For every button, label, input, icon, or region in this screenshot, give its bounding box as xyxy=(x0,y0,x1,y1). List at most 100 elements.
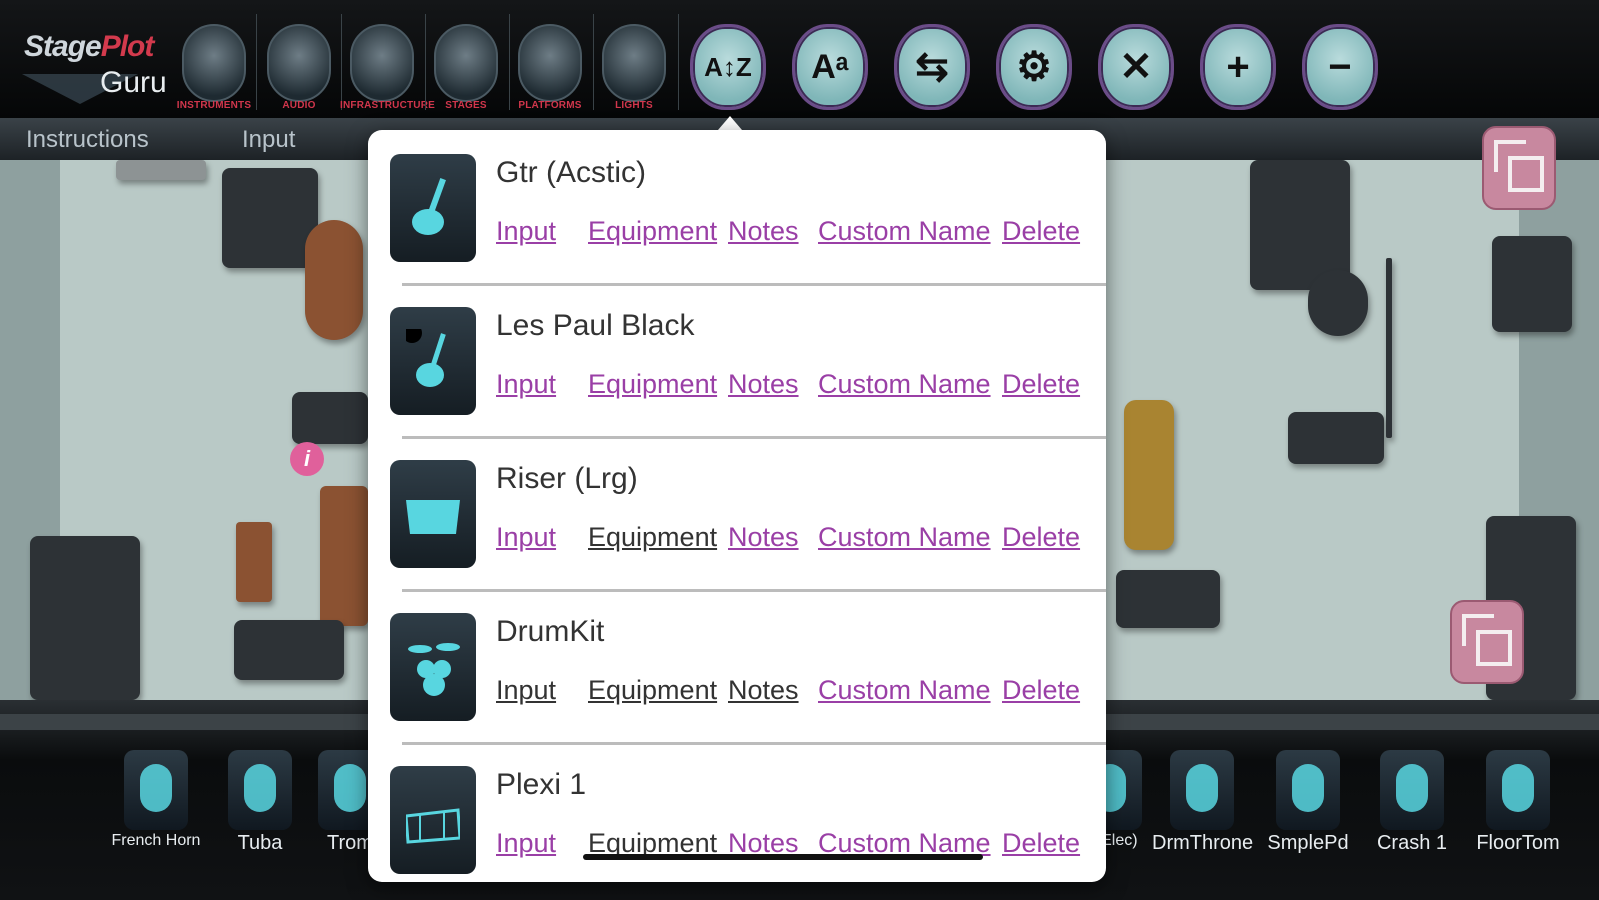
list-item[interactable]: DrumKit Input Equipment Notes Custom Nam… xyxy=(368,589,1106,745)
settings-button[interactable]: ⚙ xyxy=(996,24,1072,110)
resize-bottom-button[interactable] xyxy=(1450,600,1524,684)
plexi-shield-icon xyxy=(390,766,476,874)
amplifier-icon xyxy=(267,24,331,102)
font-size-button[interactable]: Aᵃ xyxy=(792,24,868,110)
keyboard-object[interactable] xyxy=(1492,236,1572,332)
delete-link[interactable]: Delete xyxy=(1002,522,1080,553)
tray-item-label: SmplePd xyxy=(1267,832,1349,854)
tray-item-drum-throne[interactable]: DrmThrone xyxy=(1152,750,1253,860)
electric-guitar-object[interactable] xyxy=(1308,270,1368,336)
tray-item-crash[interactable]: Crash 1 xyxy=(1362,750,1462,860)
font-size-icon: Aᵃ xyxy=(811,47,849,86)
tab-instructions[interactable]: Instructions xyxy=(26,126,149,154)
category-audio[interactable]: AUDIO xyxy=(257,14,341,114)
custom-name-link[interactable]: Custom Name xyxy=(818,522,991,553)
stool-object[interactable] xyxy=(236,522,272,602)
notes-link[interactable]: Notes xyxy=(728,675,799,706)
scroll-indicator[interactable] xyxy=(583,854,983,860)
equipment-link[interactable]: Equipment xyxy=(588,369,717,400)
list-item[interactable]: Plexi 1 Input Equipment Notes Custom Nam… xyxy=(368,742,1106,882)
guitar-icon xyxy=(182,24,246,102)
resize-top-button[interactable] xyxy=(1482,126,1556,210)
delete-link[interactable]: Delete xyxy=(1002,216,1080,247)
tab-input[interactable]: Input xyxy=(242,126,295,154)
stage-icon xyxy=(434,24,498,102)
sample-pad-icon xyxy=(1276,750,1340,830)
zoom-out-button[interactable]: − xyxy=(1302,24,1378,110)
category-label: AUDIO xyxy=(282,100,316,111)
notes-link[interactable]: Notes xyxy=(728,369,799,400)
amp-object[interactable] xyxy=(222,168,318,268)
category-label: PLATFORMS xyxy=(518,100,582,111)
item-actions: Input Equipment Notes Custom Name Delete xyxy=(496,216,1096,252)
wedge-monitor-object[interactable] xyxy=(292,392,368,444)
item-name: DrumKit xyxy=(496,615,605,648)
wedge-monitor-object[interactable] xyxy=(1288,412,1384,464)
category-infrastructure[interactable]: INFRASTRUCTURE xyxy=(340,14,435,114)
input-link[interactable]: Input xyxy=(496,216,556,247)
notes-link[interactable]: Notes xyxy=(728,216,799,247)
zoom-in-button[interactable]: + xyxy=(1200,24,1276,110)
floor-tom-icon xyxy=(1486,750,1550,830)
category-platforms[interactable]: PLATFORMS xyxy=(508,14,592,114)
delete-link[interactable]: Delete xyxy=(1002,828,1080,859)
custom-name-link[interactable]: Custom Name xyxy=(818,675,991,706)
tray-item-label: French Horn xyxy=(111,832,201,849)
platform-icon xyxy=(518,24,582,102)
tuba-icon xyxy=(228,750,292,830)
sort-az-icon: A↕Z xyxy=(704,51,752,82)
top-toolbar: StagePlot Guru INSTRUMENTS AUDIO INFRAST… xyxy=(0,0,1599,118)
category-lights[interactable]: LIGHTS xyxy=(592,14,676,114)
tray-item-label: FloorTom xyxy=(1476,832,1560,854)
custom-name-link[interactable]: Custom Name xyxy=(818,216,991,247)
tray-item-french-horn[interactable]: French Horn xyxy=(106,750,206,860)
riser-edge-object[interactable] xyxy=(116,160,206,180)
category-instruments[interactable]: INSTRUMENTS xyxy=(172,14,256,114)
mic-stand-object[interactable] xyxy=(1386,258,1392,438)
equipment-link[interactable]: Equipment xyxy=(588,675,717,706)
acoustic-guitar-icon xyxy=(390,154,476,262)
tray-item-sample-pad[interactable]: SmplePd xyxy=(1258,750,1358,860)
riser-icon xyxy=(390,460,476,568)
info-badge-icon[interactable]: i xyxy=(290,442,324,476)
logo-stage: Stage xyxy=(24,30,102,63)
input-link[interactable]: Input xyxy=(496,675,556,706)
list-item[interactable]: Gtr (Acstic) Input Equipment Notes Custo… xyxy=(368,130,1106,286)
item-name: Plexi 1 xyxy=(496,768,587,801)
custom-name-link[interactable]: Custom Name xyxy=(818,369,991,400)
delete-link[interactable]: Delete xyxy=(1002,369,1080,400)
equipment-link[interactable]: Equipment xyxy=(588,522,717,553)
wedge-monitor-object[interactable] xyxy=(1116,570,1220,628)
speaker-stack-object[interactable] xyxy=(30,536,140,700)
list-item[interactable]: Riser (Lrg) Input Equipment Notes Custom… xyxy=(368,436,1106,592)
input-link[interactable]: Input xyxy=(496,369,556,400)
divider xyxy=(678,14,679,110)
delete-link[interactable]: Delete xyxy=(1002,675,1080,706)
app-logo: StagePlot Guru xyxy=(14,22,174,104)
acoustic-guitar-object[interactable] xyxy=(305,220,363,340)
arrange-button[interactable]: ⇆ xyxy=(894,24,970,110)
sort-az-button[interactable]: A↕Z xyxy=(690,24,766,110)
input-link[interactable]: Input xyxy=(496,522,556,553)
input-link[interactable]: Input xyxy=(496,828,556,859)
category-label: STAGES xyxy=(445,100,487,111)
tools-button[interactable]: ✕ xyxy=(1098,24,1174,110)
keyboard-object[interactable] xyxy=(320,486,368,626)
logo-plot: Plot xyxy=(100,30,155,63)
stool-icon xyxy=(350,24,414,102)
item-name: Gtr (Acstic) xyxy=(496,156,646,189)
wedge-monitor-object[interactable] xyxy=(234,620,344,680)
resize-icon xyxy=(1508,156,1544,192)
saxophone-object[interactable] xyxy=(1124,400,1174,550)
list-item[interactable]: Les Paul Black Input Equipment Notes Cus… xyxy=(368,283,1106,439)
tray-item-label: Crash 1 xyxy=(1376,832,1448,854)
notes-link[interactable]: Notes xyxy=(728,522,799,553)
item-name: Riser (Lrg) xyxy=(496,462,638,495)
equipment-link[interactable]: Equipment xyxy=(588,216,717,247)
tray-item-tuba[interactable]: Tuba xyxy=(210,750,310,860)
item-actions: Input Equipment Notes Custom Name Delete xyxy=(496,522,1096,558)
popover-arrow xyxy=(718,116,742,130)
tray-item-floor-tom[interactable]: FloorTom xyxy=(1468,750,1568,860)
drum-throne-icon xyxy=(1170,750,1234,830)
category-stages[interactable]: STAGES xyxy=(424,14,508,114)
